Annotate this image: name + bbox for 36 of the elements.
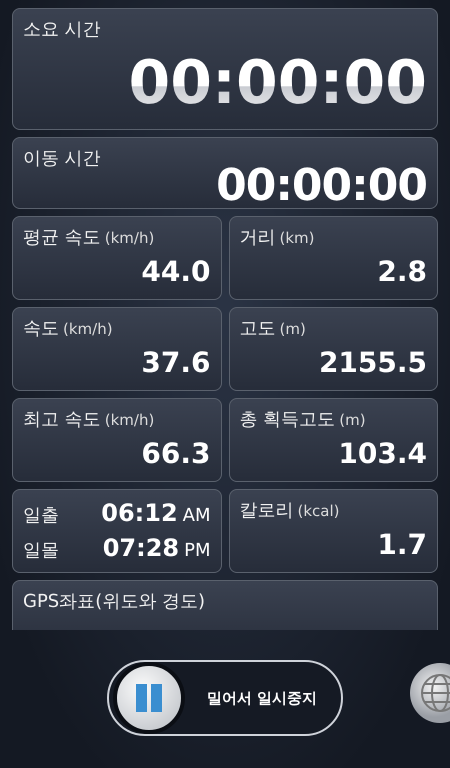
slider-handle[interactable] [113, 662, 185, 734]
card-label: GPS좌표(위도와 경도) [23, 590, 205, 613]
stat-value: 66.3 [141, 437, 210, 470]
pause-slider[interactable]: 밀어서 일시중지 [107, 660, 343, 736]
card-label: 고도 [240, 317, 276, 340]
stat-value: 2.8 [377, 255, 427, 288]
card-label: 이동 시간 [23, 147, 101, 170]
globe-icon[interactable] [408, 662, 450, 724]
card-label: 최고 속도 [23, 408, 101, 431]
period-label: PM [184, 540, 210, 561]
unit-label: (km/h) [63, 320, 113, 338]
stat-value: 44.0 [141, 255, 210, 288]
card-label: 거리 [240, 226, 276, 249]
sun-label: 일출 [23, 504, 59, 527]
sun-label: 일몰 [23, 539, 59, 562]
period-label: AM [182, 505, 210, 526]
unit-label: (km/h) [104, 411, 154, 429]
pause-icon [134, 684, 164, 712]
time-value: 00:00:00 [216, 164, 427, 208]
unit-label: (m) [280, 320, 306, 338]
card-label: 소요 시간 [23, 18, 101, 41]
stat-value: 1.7 [377, 528, 427, 561]
unit-label: (m) [339, 411, 366, 429]
sun-time: 06:12 [101, 499, 178, 527]
stat-value: 103.4 [338, 437, 427, 470]
card-label: 속도 [23, 317, 59, 340]
slider-label: 밀어서 일시중지 [207, 688, 318, 708]
unit-label: (km/h) [104, 229, 154, 247]
stat-value: 37.6 [141, 346, 210, 379]
unit-label: (kcal) [298, 502, 340, 520]
sun-time: 07:28 [102, 534, 180, 562]
card-label: 총 획득고도 [240, 408, 336, 431]
stat-value: 2155.5 [318, 346, 427, 379]
card-label: 칼로리 [240, 499, 294, 522]
card-label: 평균 속도 [23, 226, 101, 249]
unit-label: (km) [280, 229, 315, 247]
